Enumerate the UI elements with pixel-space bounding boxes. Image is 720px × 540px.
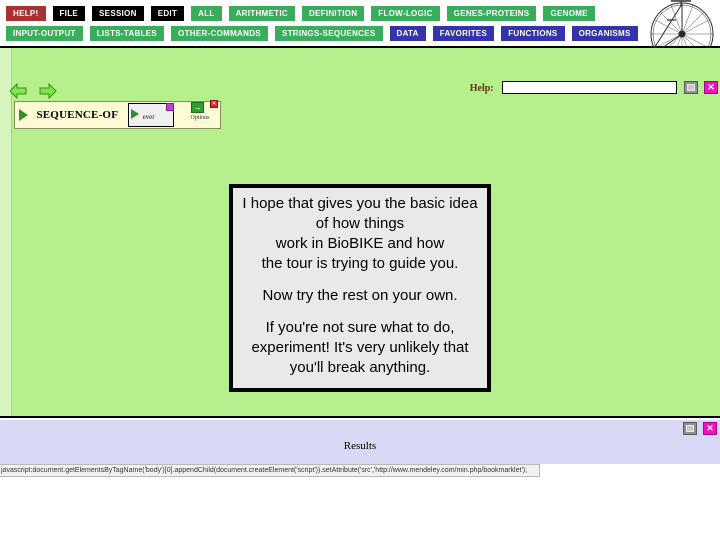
function-name-label: SEQUENCE-OF [36, 109, 119, 121]
back-arrow-icon[interactable] [8, 82, 28, 100]
results-panel: Results ✕ [0, 420, 720, 464]
forward-arrow-icon[interactable] [38, 82, 58, 100]
menu-button-help[interactable]: HELP! [6, 6, 46, 21]
workspace-left-gutter [0, 48, 12, 416]
menu-button-data[interactable]: DATA [389, 26, 426, 41]
help-label: Help: [469, 83, 494, 94]
navigation-arrows [8, 82, 64, 100]
page-background-filler [0, 477, 720, 540]
menu-button-other-commands[interactable]: OTHER-COMMANDS [171, 26, 268, 41]
results-window-buttons: ✕ [681, 422, 717, 440]
menu-row-secondary: INPUT-OUTPUT LISTS-TABLES OTHER-COMMANDS ST… [6, 26, 645, 42]
results-close-button[interactable]: ✕ [703, 422, 717, 435]
sequence-of-form-widget[interactable]: SEQUENCE-OF ever → Options ✕ [14, 100, 222, 129]
argument-menu-tag[interactable] [165, 103, 174, 111]
menu-button-input-output[interactable]: INPUT-OUTPUT [6, 26, 83, 41]
help-minimize-button[interactable] [683, 81, 698, 94]
argument-input-box[interactable]: ever [127, 103, 174, 127]
menu-button-genome[interactable]: GENOME [543, 6, 595, 21]
menu-button-all[interactable]: ALL [191, 6, 222, 21]
menu-button-definition[interactable]: DEFINITION [301, 6, 365, 21]
results-title: Results [343, 440, 377, 452]
execute-triangle-icon[interactable] [19, 109, 28, 121]
menu-button-arithmetic[interactable]: ARITHMETIC [228, 6, 295, 21]
menu-button-session[interactable]: SESSION [92, 6, 144, 21]
options-button[interactable]: → Options ✕ [184, 100, 219, 128]
argument-value: ever [142, 113, 155, 121]
menu-button-genes-proteins[interactable]: GENES-PROTEINS [446, 6, 537, 21]
menu-button-flow-logic[interactable]: FLOW-LOGIC [371, 6, 440, 21]
help-close-button[interactable]: ✕ [704, 81, 718, 94]
dialog-paragraph-2: Now try the rest on your own. [262, 287, 458, 304]
tour-message-dialog: I hope that gives you the basic idea of … [229, 184, 491, 392]
help-input[interactable] [502, 81, 678, 94]
menu-button-functions[interactable]: FUNCTIONS [501, 26, 565, 41]
menu-button-edit[interactable]: EDIT [150, 6, 185, 21]
biobike-application-window: HELP! FILE SESSION EDIT ALL ARITHMETIC DEFINIT… [0, 0, 720, 540]
dialog-paragraph-3: If you're not sure what to do, experimen… [251, 319, 469, 376]
help-bar: Help: ✕ [470, 81, 718, 97]
menu-button-favorites[interactable]: FAVORITES [432, 26, 495, 41]
menu-row-primary: HELP! FILE SESSION EDIT ALL ARITHMETIC DEFINIT… [6, 6, 602, 22]
workspace-panel: Help: ✕ SEQUENCE-OF ever → Options ✕ I h… [0, 48, 720, 416]
argument-expand-triangle-icon[interactable] [130, 109, 139, 119]
dialog-paragraph-1: I hope that gives you the basic idea of … [242, 195, 478, 272]
menu-button-strings-sequences[interactable]: STRINGS-SEQUENCES [274, 26, 383, 41]
options-label: Options [190, 115, 210, 121]
status-bar-text: javascript:document.getElementsByTagName… [1, 467, 528, 474]
main-menu-bar: HELP! FILE SESSION EDIT ALL ARITHMETIC DEFINIT… [0, 0, 720, 68]
browser-status-bar: javascript:document.getElementsByTagName… [0, 464, 540, 477]
form-close-icon[interactable]: ✕ [210, 100, 219, 108]
menu-button-lists-tables[interactable]: LISTS-TABLES [89, 26, 165, 41]
menu-button-file[interactable]: FILE [52, 6, 86, 21]
options-arrow-icon[interactable]: → [191, 102, 205, 113]
results-minimize-button[interactable] [682, 422, 697, 435]
